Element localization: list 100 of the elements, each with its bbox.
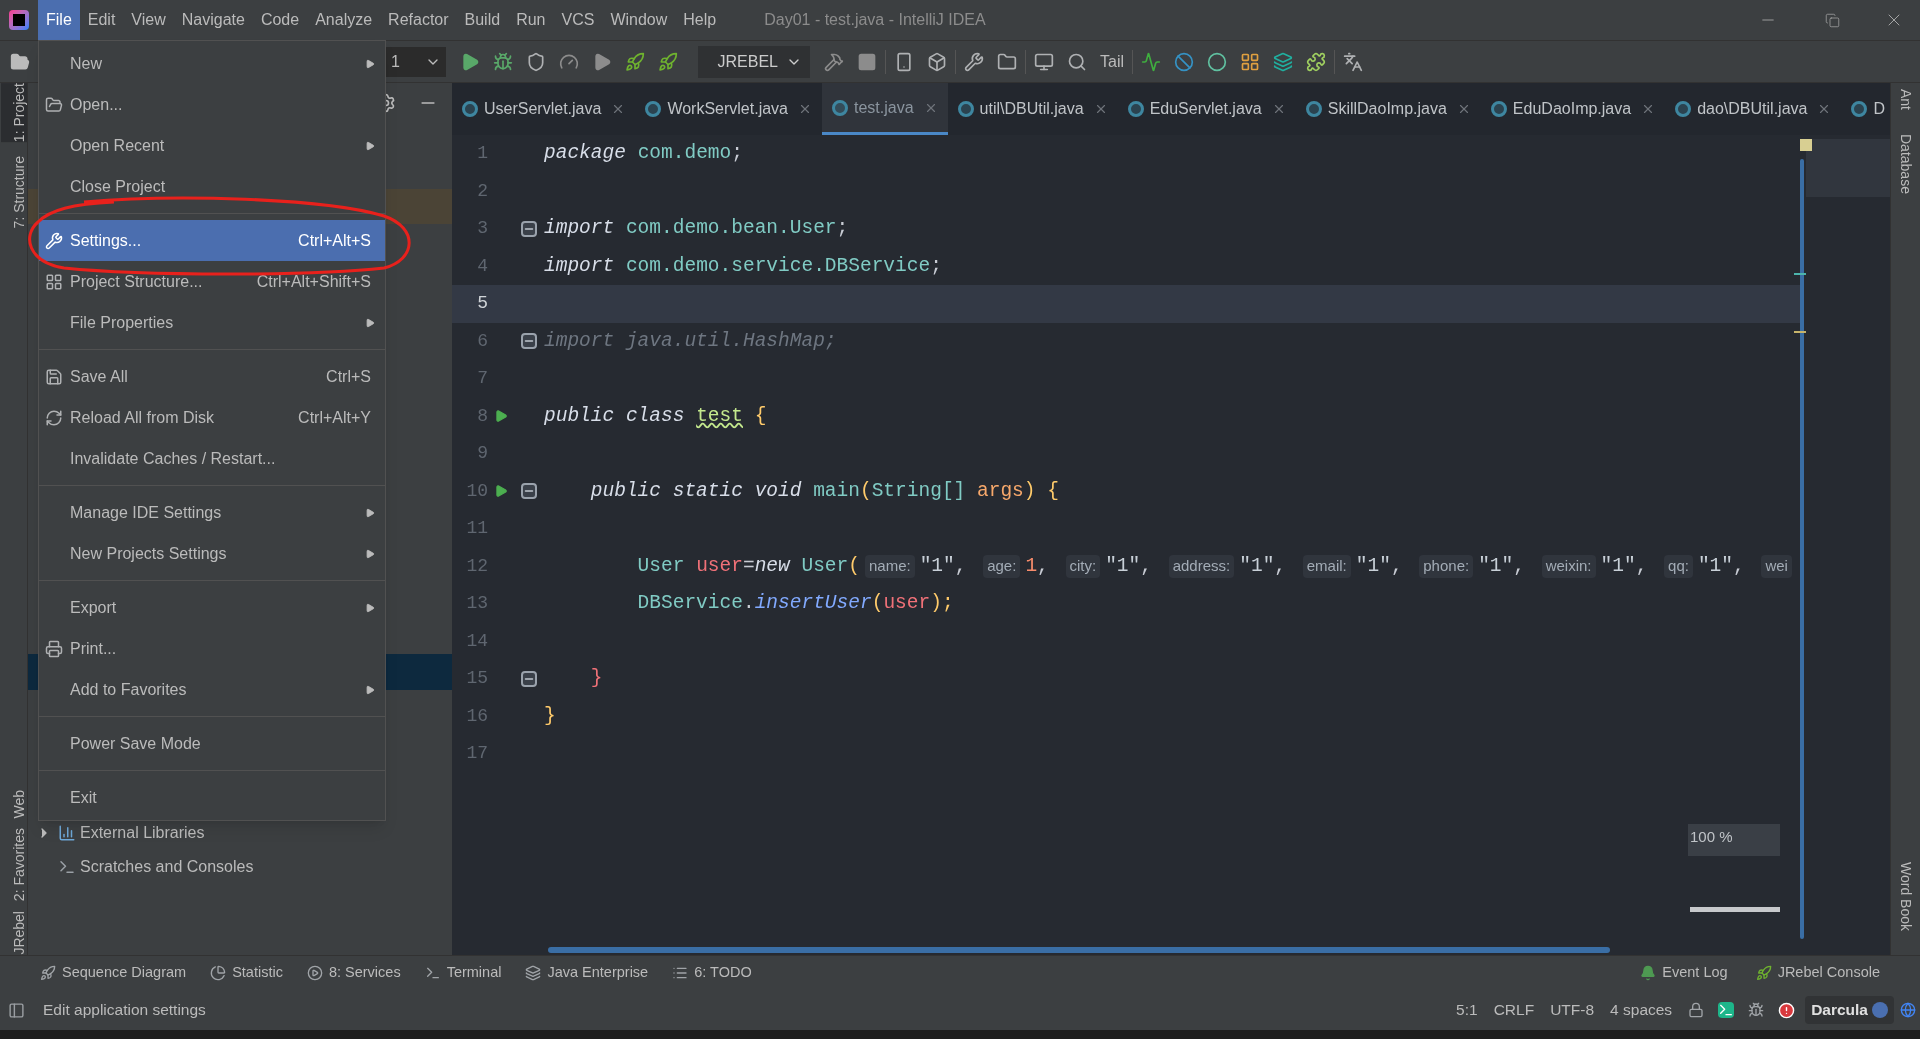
run-gutter-icon[interactable]	[494, 484, 508, 499]
jrebel-dropdown[interactable]: JREBEL	[698, 45, 810, 78]
folder-icon[interactable]	[10, 51, 30, 72]
monitor-icon[interactable]	[1034, 51, 1054, 72]
menu-item[interactable]: Save All Ctrl+S	[39, 356, 385, 397]
translate-icon[interactable]	[1343, 51, 1363, 72]
fold-icon[interactable]	[521, 220, 537, 237]
debug-icon[interactable]	[493, 51, 513, 72]
layers-icon[interactable]	[1273, 51, 1293, 72]
puzzle-icon[interactable]	[1306, 51, 1326, 72]
coverage-icon[interactable]	[526, 51, 546, 72]
menu-bar-item[interactable]: Run	[508, 0, 554, 40]
editor-tab[interactable]: EduServlet.java	[1117, 83, 1296, 135]
editor-tab[interactable]: WorkServlet.java	[635, 83, 822, 135]
tool-window-tab[interactable]: Database	[1895, 134, 1916, 194]
tool-window-tab[interactable]: Ant	[1895, 89, 1916, 110]
file-encoding[interactable]: UTF-8	[1550, 998, 1595, 1022]
editor-tab[interactable]: EduDaoImp.java	[1480, 83, 1666, 135]
restore-icon[interactable]	[1825, 12, 1840, 28]
editor-tab[interactable]: D	[1841, 83, 1890, 135]
bug-icon[interactable]	[1748, 1002, 1765, 1018]
hammer-icon[interactable]	[824, 51, 844, 72]
search-icon[interactable]	[1067, 51, 1087, 72]
menu-item[interactable]: Open...	[39, 84, 385, 125]
wrench-icon[interactable]	[964, 51, 984, 72]
tool-window-button[interactable]: Event Log	[1640, 962, 1728, 984]
menu-bar-item[interactable]: Build	[456, 0, 509, 40]
menu-item[interactable]: Reload All from Disk Ctrl+Alt+Y	[39, 397, 385, 438]
menu-item[interactable]: Exit	[39, 777, 385, 818]
vertical-scrollbar[interactable]	[1800, 159, 1804, 939]
menu-bar-item[interactable]: Analyze	[307, 0, 381, 40]
run-icon[interactable]	[592, 51, 612, 72]
editor-tab[interactable]: SkillDaoImp.java	[1295, 83, 1481, 135]
ban-icon[interactable]	[1174, 51, 1194, 72]
tool-window-button[interactable]: Java Enterprise	[525, 962, 649, 984]
tool-window-tab[interactable]: 2: Favorites	[0, 828, 27, 902]
activity-icon[interactable]	[1141, 51, 1161, 72]
line-separator[interactable]: CRLF	[1493, 998, 1535, 1022]
menu-item[interactable]: Power Save Mode	[39, 723, 385, 764]
run-config-dropdown[interactable]: 1	[386, 46, 446, 77]
menu-bar-item[interactable]: Navigate	[173, 0, 253, 40]
grid-icon[interactable]	[1240, 51, 1260, 72]
close-tab-icon[interactable]	[798, 102, 812, 116]
menu-bar-item[interactable]: File	[38, 0, 80, 40]
tool-window-button[interactable]: JRebel Console	[1755, 962, 1880, 984]
run-gutter-icon[interactable]	[494, 409, 508, 424]
editor-tab[interactable]: test.java	[822, 83, 948, 135]
menu-item[interactable]: Open Recent	[39, 125, 385, 166]
menu-item[interactable]: Project Structure... Ctrl+Alt+Shift+S	[39, 261, 385, 302]
menu-item[interactable]: Print...	[39, 628, 385, 669]
tail-button[interactable]: Tail	[1100, 49, 1124, 74]
tree-item[interactable]: External Libraries	[80, 821, 205, 845]
tool-window-button[interactable]: 6: TODO	[672, 962, 752, 984]
box-icon[interactable]	[927, 51, 947, 72]
tool-window-button[interactable]: Sequence Diagram	[40, 962, 187, 984]
menu-bar-item[interactable]: Window	[602, 0, 676, 40]
tool-window-button[interactable]: Statistic	[210, 962, 283, 984]
editor-tab[interactable]: dao\DBUtil.java	[1665, 83, 1842, 135]
editor-tab[interactable]: util\DBUtil.java	[947, 83, 1118, 135]
menu-item[interactable]: New	[39, 43, 385, 84]
lock-icon[interactable]	[1688, 1002, 1705, 1018]
menu-item[interactable]: New Projects Settings	[39, 533, 385, 574]
error-icon[interactable]	[1778, 1001, 1796, 1019]
fold-icon[interactable]	[521, 483, 537, 500]
run-icon[interactable]	[460, 51, 480, 72]
indent-setting[interactable]: 4 spaces	[1610, 998, 1673, 1022]
caret-position[interactable]: 5:1	[1456, 998, 1478, 1022]
menu-bar-item[interactable]: Refactor	[380, 0, 457, 40]
editor-tab[interactable]: UserServlet.java	[452, 83, 636, 135]
folder-icon[interactable]	[997, 51, 1017, 72]
tool-window-tab[interactable]: 1: Project	[0, 83, 27, 143]
menu-bar-item[interactable]: Edit	[79, 0, 124, 40]
tool-window-tab[interactable]: Web	[0, 789, 27, 819]
tool-window-tab[interactable]: Word Book	[1895, 862, 1916, 931]
rocket-icon[interactable]	[658, 51, 678, 72]
stop-icon[interactable]	[857, 51, 877, 72]
fold-icon[interactable]	[521, 670, 537, 687]
menu-bar-item[interactable]: VCS	[553, 0, 603, 40]
menu-item[interactable]: Add to Favorites	[39, 669, 385, 710]
menu-bar-item[interactable]: Code	[252, 0, 308, 40]
tool-window-button[interactable]: Terminal	[424, 962, 502, 984]
terminal-icon[interactable]	[1718, 1002, 1735, 1018]
menu-bar-item[interactable]: View	[123, 0, 174, 40]
tool-window-tab[interactable]: 7: Structure	[0, 156, 27, 229]
globe-icon[interactable]	[1900, 1002, 1916, 1018]
tool-window-tab[interactable]: JRebel	[0, 911, 27, 955]
fold-icon[interactable]	[521, 333, 537, 350]
menu-item[interactable]: Close Project	[39, 166, 385, 207]
panel-icon[interactable]	[8, 1001, 25, 1019]
tool-window-button[interactable]: 8: Services	[306, 962, 401, 984]
device-icon[interactable]	[894, 51, 914, 72]
menu-item[interactable]: File Properties	[39, 302, 385, 343]
tree-item[interactable]: Scratches and Consoles	[80, 855, 254, 879]
horizontal-scrollbar[interactable]	[548, 947, 1610, 953]
rocket-icon[interactable]	[625, 51, 645, 72]
menu-bar-item[interactable]: Help	[675, 0, 725, 40]
theme-switcher[interactable]: Darcula	[1805, 996, 1894, 1024]
menu-item[interactable]: Manage IDE Settings	[39, 492, 385, 533]
menu-item[interactable]: Settings... Ctrl+Alt+S	[39, 220, 385, 261]
menu-item[interactable]: Invalidate Caches / Restart...	[39, 438, 385, 479]
